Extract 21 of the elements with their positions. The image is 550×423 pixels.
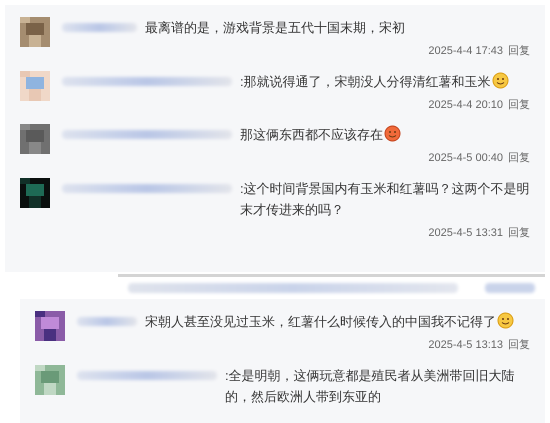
angry-emoji-icon [384, 125, 401, 142]
smile-emoji-icon [492, 72, 509, 88]
comment-text: :那就说得通了，宋朝没人分得清红薯和玉米 [240, 70, 530, 92]
blurred-text [485, 283, 535, 293]
blurred-username [77, 317, 137, 326]
reply-link[interactable]: 回复 [508, 43, 530, 60]
comment-text: :这个时间背景国内有玉米和红薯吗？这两个不是明末才传进来的吗？ [240, 180, 530, 218]
comment-text: :全是明朝，这俩玩意都是殖民者从美洲带回旧大陆的，然后欧洲人带到东亚的 [225, 366, 516, 406]
comment-text: 最离谱的是，游戏背景是五代十国末期，宋初 [145, 19, 406, 37]
reply-link[interactable]: 回复 [508, 337, 530, 354]
reply-link[interactable]: 回复 [508, 224, 530, 241]
comment-time: 2025-4-4 20:10 [428, 98, 503, 112]
comment-time: 2025-4-5 00:40 [428, 151, 503, 166]
reply-link[interactable]: 回复 [508, 150, 530, 166]
comment-text: 那这俩东西都不应该存在 [240, 124, 530, 145]
comment-time: 2025-4-4 17:43 [428, 44, 503, 59]
smile-emoji-icon [497, 312, 514, 329]
reply-link[interactable]: 回复 [508, 96, 530, 113]
comment-time: 2025-4-5 13:31 [428, 226, 503, 240]
comment-time: 2025-4-5 13:13 [428, 338, 503, 353]
comment-text: 宋朝人甚至没见过玉米，红薯什么时候传入的中国我不记得了 [145, 311, 530, 332]
